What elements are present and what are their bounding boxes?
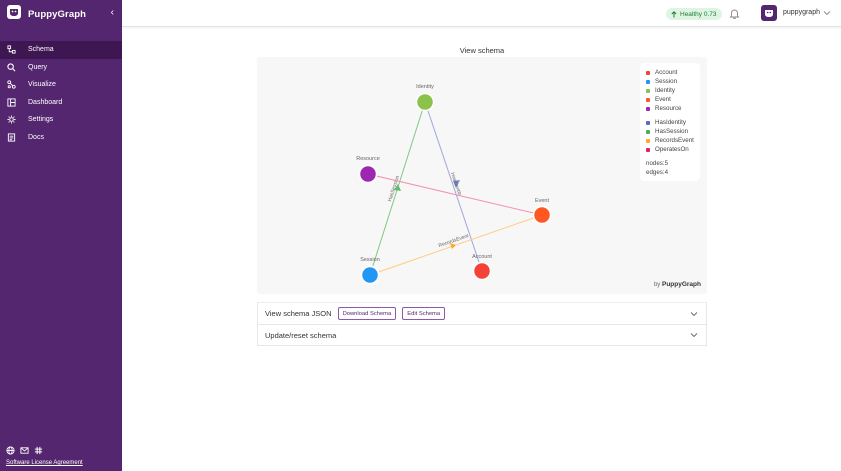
bell-icon[interactable] bbox=[729, 8, 740, 19]
license-link[interactable]: Software License Agreement bbox=[6, 460, 83, 466]
username[interactable]: puppygraph bbox=[783, 9, 820, 16]
dashboard-icon bbox=[7, 98, 16, 107]
slack-icon[interactable] bbox=[34, 446, 43, 455]
chevron-down-icon[interactable] bbox=[823, 9, 831, 17]
schema-icon bbox=[7, 45, 16, 54]
graph-legend: Account Session Identity Event Resource … bbox=[640, 63, 700, 181]
search-icon bbox=[7, 63, 16, 72]
sidebar-footer: Software License Agreement bbox=[6, 446, 83, 466]
legend-edge-count: edges:4 bbox=[646, 169, 669, 176]
sidebar-item-label: Query bbox=[28, 63, 48, 71]
collapse-sidebar-icon[interactable]: ‹ bbox=[111, 7, 114, 18]
panel-title: View schema JSON bbox=[265, 309, 332, 318]
page-title: View schema bbox=[459, 46, 505, 55]
sidebar-nav: Schema Query Visualize Dashboard Setting… bbox=[0, 41, 122, 146]
view-schema-json-panel[interactable]: View schema JSON Download Schema Edit Sc… bbox=[257, 302, 707, 325]
visualize-icon bbox=[7, 80, 16, 89]
mail-icon[interactable] bbox=[20, 446, 29, 455]
edit-schema-button[interactable]: Edit Schema bbox=[402, 307, 446, 320]
sidebar-item-docs[interactable]: Docs bbox=[0, 129, 122, 147]
docs-icon bbox=[7, 133, 16, 142]
legend-item-hassession: HasSession bbox=[646, 127, 700, 136]
node-event[interactable]: Event bbox=[532, 198, 552, 225]
legend-node-count: nodes:5 bbox=[646, 160, 669, 167]
sidebar-item-settings[interactable]: Settings bbox=[0, 111, 122, 129]
node-label: Identity bbox=[416, 84, 434, 90]
node-resource[interactable]: Resource bbox=[356, 156, 380, 184]
sidebar-item-label: Schema bbox=[28, 46, 54, 54]
brand[interactable]: PuppyGraph bbox=[6, 4, 87, 25]
node-label: Session bbox=[360, 257, 380, 263]
node-session[interactable]: Session bbox=[360, 257, 380, 285]
legend-item-account: Account bbox=[646, 68, 700, 77]
puppygraph-byline: by PuppyGraph bbox=[653, 281, 701, 288]
sidebar-item-label: Visualize bbox=[28, 81, 56, 89]
sidebar-item-label: Dashboard bbox=[28, 98, 63, 106]
sidebar-item-dashboard[interactable]: Dashboard bbox=[0, 94, 122, 112]
legend-item-hasidentity: HasIdentity bbox=[646, 118, 700, 127]
schema-graph[interactable]: HasIdentity HasSession RecordsEvent Iden… bbox=[257, 57, 707, 294]
sidebar-item-label: Docs bbox=[28, 133, 44, 141]
sidebar: PuppyGraph ‹ Schema Query Visualize Dash… bbox=[0, 0, 122, 471]
puppygraph-avatar-icon bbox=[765, 10, 773, 17]
arrow-up-icon bbox=[671, 10, 677, 17]
legend-item-session: Session bbox=[646, 77, 700, 86]
sidebar-item-schema[interactable]: Schema bbox=[0, 41, 122, 59]
puppygraph-logo-icon bbox=[6, 4, 22, 25]
legend-item-resource: Resource bbox=[646, 104, 700, 113]
topbar: Healthy 0.73 puppygraph bbox=[122, 0, 841, 27]
chevron-down-icon[interactable] bbox=[690, 310, 698, 318]
node-label: Resource bbox=[356, 156, 380, 162]
legend-item-identity: Identity bbox=[646, 86, 700, 95]
gear-icon bbox=[7, 115, 16, 124]
legend-item-operateson: OperatesOn bbox=[646, 145, 700, 154]
node-label: Account bbox=[472, 254, 492, 260]
health-label: Healthy 0.73 bbox=[680, 10, 717, 18]
legend-item-event: Event bbox=[646, 95, 700, 104]
panel-title: Update/reset schema bbox=[265, 330, 337, 340]
update-reset-schema-panel[interactable]: Update/reset schema bbox=[257, 325, 707, 346]
health-badge[interactable]: Healthy 0.73 bbox=[666, 8, 722, 20]
brand-name: PuppyGraph bbox=[28, 8, 87, 20]
node-identity[interactable]: Identity bbox=[415, 84, 435, 112]
sidebar-item-query[interactable]: Query bbox=[0, 59, 122, 77]
node-account[interactable]: Account bbox=[472, 254, 492, 281]
download-schema-button[interactable]: Download Schema bbox=[337, 307, 397, 320]
chevron-down-icon[interactable] bbox=[690, 331, 698, 339]
avatar[interactable] bbox=[761, 5, 777, 21]
legend-item-recordsevent: RecordsEvent bbox=[646, 136, 700, 145]
sidebar-item-label: Settings bbox=[28, 116, 54, 124]
globe-icon[interactable] bbox=[6, 446, 15, 455]
sidebar-item-visualize[interactable]: Visualize bbox=[0, 76, 122, 94]
node-label: Event bbox=[535, 198, 550, 204]
